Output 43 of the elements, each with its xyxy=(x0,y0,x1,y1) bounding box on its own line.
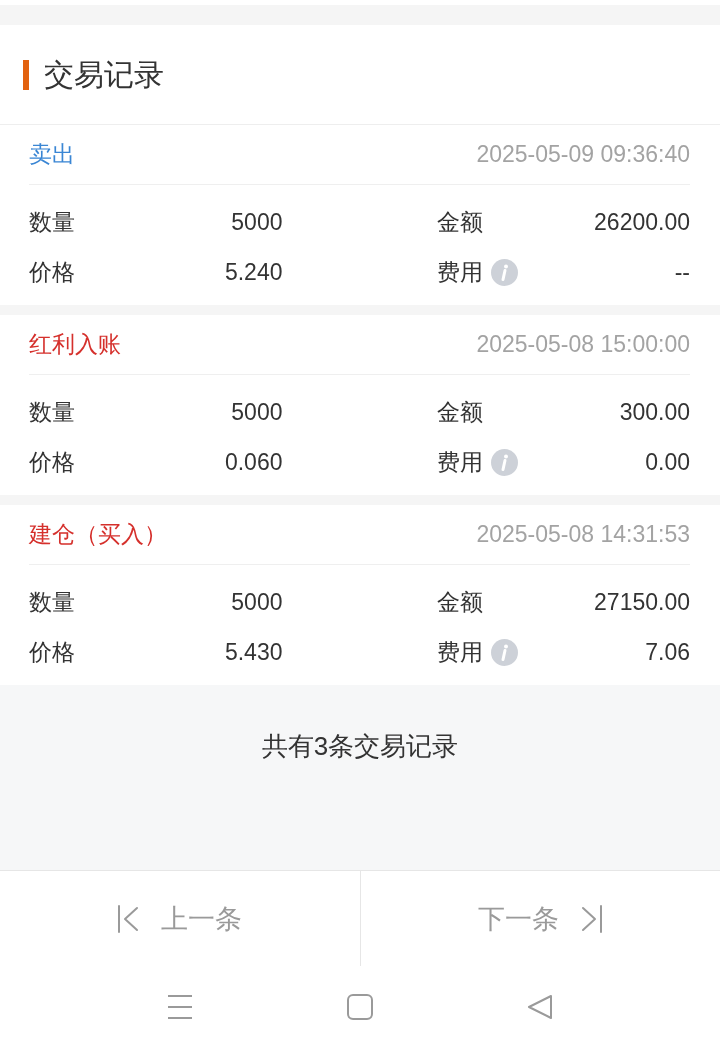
page-title: 交易记录 xyxy=(44,56,164,93)
field-value: 7.06 xyxy=(645,638,690,666)
last-chevron-icon xyxy=(580,904,603,933)
record-time: 2025-05-08 15:00:00 xyxy=(476,331,690,358)
field-value: 5000 xyxy=(231,588,283,616)
field-label: 费用 xyxy=(436,447,483,477)
info-icon[interactable] xyxy=(490,448,518,476)
field-label: 费用 xyxy=(436,257,483,287)
summary-text: 共有3条交易记录 xyxy=(261,730,459,763)
menu-icon[interactable] xyxy=(167,994,193,1020)
field-label: 金额 xyxy=(436,207,483,237)
title-accent-bar xyxy=(23,59,29,90)
field-label: 价格 xyxy=(29,637,75,667)
next-button[interactable]: 下一条 xyxy=(359,871,720,966)
field-value: 300.00 xyxy=(619,398,690,426)
field-label: 金额 xyxy=(436,397,483,427)
field-label: 数量 xyxy=(29,397,75,427)
record-type: 卖出 xyxy=(29,140,75,169)
square-icon[interactable] xyxy=(347,994,373,1020)
field-value: 0.00 xyxy=(645,448,690,476)
field-label: 数量 xyxy=(29,587,75,617)
field-value: -- xyxy=(674,258,690,286)
record-time: 2025-05-09 09:36:40 xyxy=(476,141,690,168)
field-label: 金额 xyxy=(436,587,483,617)
record-type: 红利入账 xyxy=(29,330,121,359)
field-value: 27150.00 xyxy=(594,588,690,616)
field-value: 5000 xyxy=(231,208,283,236)
record-time: 2025-05-08 14:31:53 xyxy=(476,521,690,548)
field-value: 0.060 xyxy=(224,448,283,476)
field-value: 5000 xyxy=(231,398,283,426)
field-value: 5.240 xyxy=(224,258,283,286)
field-value: 5.430 xyxy=(224,638,283,666)
previous-button[interactable]: 上一条 xyxy=(0,871,360,966)
first-chevron-icon xyxy=(117,904,140,933)
back-icon[interactable] xyxy=(527,994,553,1020)
info-icon[interactable] xyxy=(490,638,518,666)
field-label: 价格 xyxy=(29,447,75,477)
field-label: 数量 xyxy=(29,207,75,237)
info-icon[interactable] xyxy=(490,258,518,286)
field-label: 价格 xyxy=(29,257,75,287)
record-type: 建仓（买入） xyxy=(29,520,167,549)
field-label: 费用 xyxy=(436,637,483,667)
field-value: 26200.00 xyxy=(594,208,690,236)
